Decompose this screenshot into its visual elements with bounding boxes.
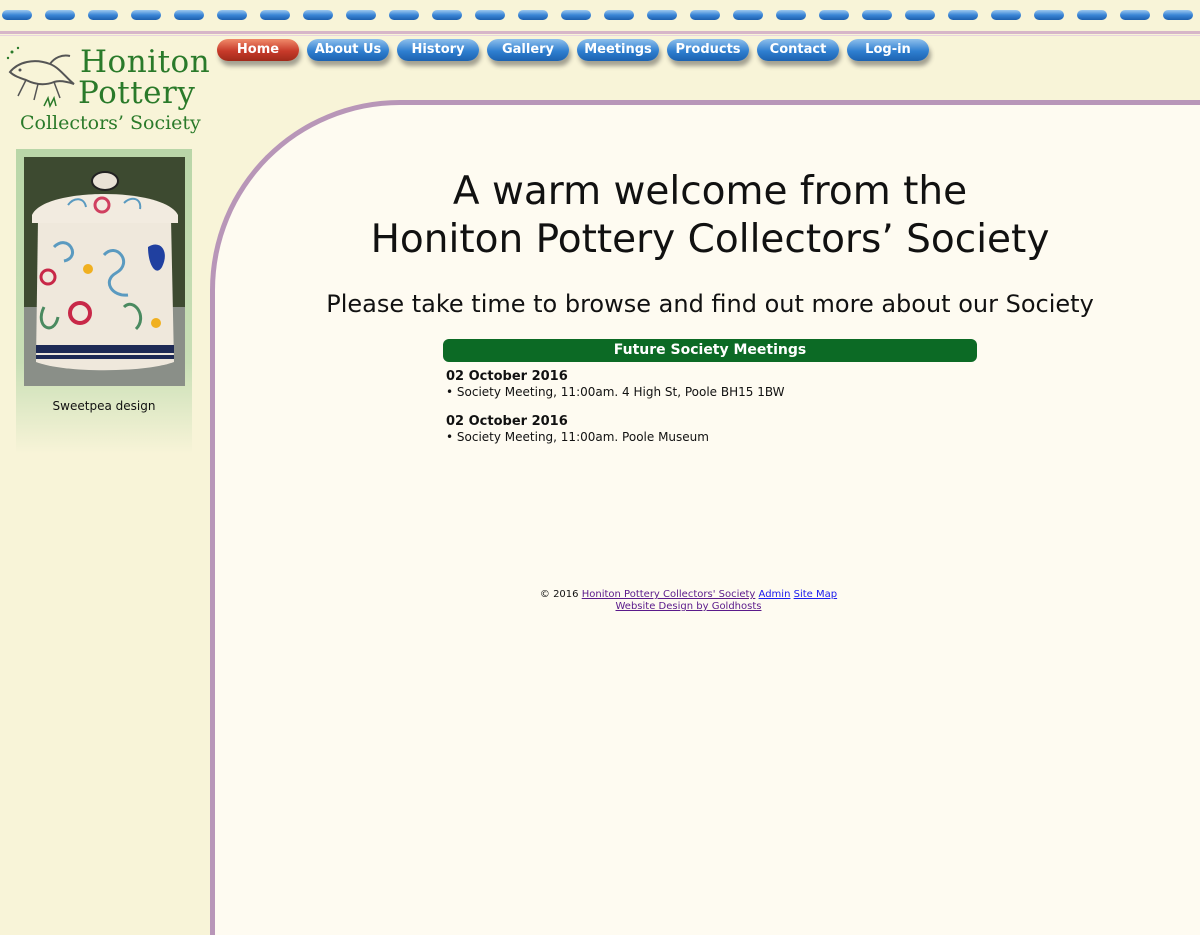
meeting-item: 02 October 2016 • Society Meeting, 11:00… <box>446 369 946 399</box>
footer-copyright: © 2016 <box>539 589 579 600</box>
stitch-dash <box>346 10 376 20</box>
stitch-dash <box>88 10 118 20</box>
stitch-dash <box>518 10 548 20</box>
nav-gallery[interactable]: Gallery <box>487 39 569 61</box>
welcome-heading-line1: A warm welcome from the <box>452 169 968 214</box>
stitch-dash <box>1034 10 1064 20</box>
welcome-tagline: Please take time to browse and find out … <box>326 290 1094 318</box>
stitch-dash <box>733 10 763 20</box>
meeting-description: • Society Meeting, 11:00am. 4 High St, P… <box>446 385 785 399</box>
footer-sitemap-link[interactable]: Site Map <box>794 589 837 600</box>
stitch-dash <box>389 10 419 20</box>
stitch-dash <box>991 10 1021 20</box>
footer-society-link[interactable]: Honiton Pottery Collectors' Society <box>582 589 756 600</box>
meeting-item: 02 October 2016 • Society Meeting, 11:00… <box>446 414 946 444</box>
stitch-dash <box>131 10 161 20</box>
meeting-description: • Society Meeting, 11:00am. Poole Museum <box>446 430 709 444</box>
stitch-dash <box>819 10 849 20</box>
stitch-dash <box>45 10 75 20</box>
meeting-date: 02 October 2016 <box>446 414 568 429</box>
nav-products[interactable]: Products <box>667 39 749 61</box>
stitch-dash <box>561 10 591 20</box>
stitch-dash <box>1077 10 1107 20</box>
stitch-dash <box>1120 10 1150 20</box>
sidebar-featured-item: Sweetpea design <box>16 149 192 454</box>
stitch-dash <box>217 10 247 20</box>
page-footer: © 2016 Honiton Pottery Collectors' Socie… <box>400 589 977 613</box>
nav-home[interactable]: Home <box>217 39 299 61</box>
stitch-dash <box>604 10 634 20</box>
stitch-dash <box>260 10 290 20</box>
logo-text-pottery: Pottery <box>78 75 196 111</box>
logo-text-collectors-society: Collectors’ Society <box>20 112 201 134</box>
stitch-dash <box>690 10 720 20</box>
featured-item-caption: Sweetpea design <box>52 399 156 413</box>
stitch-dash <box>647 10 677 20</box>
stitch-dash <box>432 10 462 20</box>
footer-design-credit-link[interactable]: Website Design by Goldhosts <box>616 601 762 612</box>
future-meetings-heading: Future Society Meetings <box>443 339 977 362</box>
top-stitch-border <box>0 0 1200 38</box>
stitch-dash <box>1163 10 1193 20</box>
stitch-dash <box>303 10 333 20</box>
site-logo[interactable]: Honiton Pottery Collectors’ Society <box>4 42 210 142</box>
nav-log-in[interactable]: Log-in <box>847 39 929 61</box>
logo-animal-icon <box>6 46 75 109</box>
nav-meetings[interactable]: Meetings <box>577 39 659 61</box>
nav-contact[interactable]: Contact <box>757 39 839 61</box>
stitch-dash <box>2 10 32 20</box>
welcome-heading: A warm welcome from the Honiton Pottery … <box>210 168 1200 264</box>
nav-about-us[interactable]: About Us <box>307 39 389 61</box>
meeting-date: 02 October 2016 <box>446 369 568 384</box>
nav-history[interactable]: History <box>397 39 479 61</box>
stitch-dash <box>862 10 892 20</box>
stitch-dashes <box>2 10 1193 20</box>
stitch-dash <box>776 10 806 20</box>
stitch-dash <box>905 10 935 20</box>
footer-admin-link[interactable]: Admin <box>759 589 791 600</box>
stitch-dash <box>475 10 505 20</box>
stitch-dash <box>174 10 204 20</box>
welcome-heading-line2: Honiton Pottery Collectors’ Society <box>370 217 1050 262</box>
stitch-dash <box>948 10 978 20</box>
pottery-jar-image[interactable] <box>24 157 185 386</box>
